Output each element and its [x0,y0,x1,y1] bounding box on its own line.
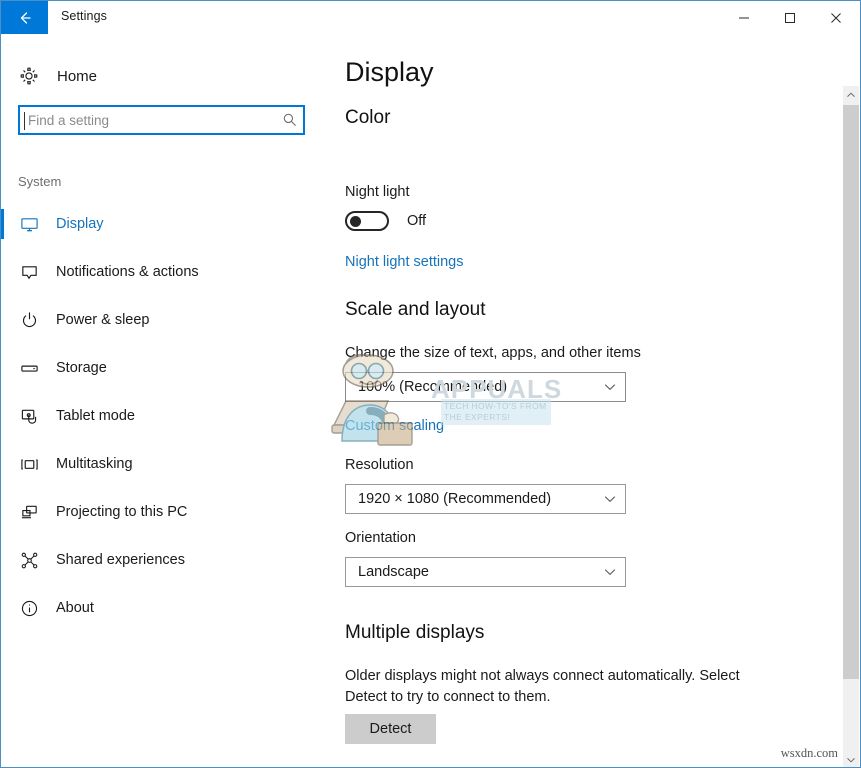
sidebar-item-home[interactable]: Home [1,56,331,96]
search-icon[interactable] [277,107,303,133]
selection-indicator [1,449,4,479]
sidebar-item-multitasking[interactable]: Multitasking [1,440,331,488]
sidebar-item-display[interactable]: Display [1,200,331,248]
section-heading-scale-layout: Scale and layout [345,299,486,320]
night-light-label: Night light [345,184,410,200]
sidebar-item-about[interactable]: About [1,584,331,632]
night-light-state: Off [407,213,427,229]
selection-indicator [1,593,4,623]
minimize-icon [739,17,749,18]
night-light-settings-link[interactable]: Night light settings [345,254,463,270]
close-button[interactable] [813,1,859,34]
sidebar-item-storage[interactable]: Storage [1,344,331,392]
orientation-dropdown[interactable]: Landscape [345,557,626,587]
tablet-touch-icon [18,405,40,427]
selection-indicator [1,209,4,239]
sidebar-item-shared-experiences[interactable]: Shared experiences [1,536,331,584]
scroll-up-button[interactable] [843,86,859,103]
sidebar-item-label: Projecting to this PC [56,504,188,520]
arrow-left-icon [20,11,31,24]
info-icon [18,597,40,619]
sidebar-item-label: Shared experiences [56,552,185,568]
night-light-toggle-row: Off [345,211,426,231]
search-box[interactable] [18,105,305,135]
section-heading-multiple-displays: Multiple displays [345,622,485,643]
scale-label: Change the size of text, apps, and other… [345,345,641,361]
selection-indicator [1,401,4,431]
sidebar-item-label: Tablet mode [56,408,135,424]
text-caret [24,112,25,130]
power-icon [18,309,40,331]
chevron-down-icon [595,485,625,513]
back-button[interactable] [1,1,48,34]
close-icon [831,12,841,23]
resolution-dropdown-value: 1920 × 1080 (Recommended) [358,491,552,507]
chevron-up-icon [847,92,855,97]
chevron-down-icon [595,373,625,401]
vertical-scrollbar[interactable] [843,86,859,767]
sidebar-item-power-sleep[interactable]: Power & sleep [1,296,331,344]
speech-bubble-icon [18,261,40,283]
monitor-icon [18,213,40,235]
sidebar-item-label: Multitasking [56,456,133,472]
sidebar-item-label: About [56,600,94,616]
maximize-button[interactable] [767,1,813,34]
drive-icon [18,357,40,379]
sidebar-item-tablet-mode[interactable]: Tablet mode [1,392,331,440]
maximize-icon [785,12,795,23]
window-title: Settings [61,9,107,23]
resolution-dropdown[interactable]: 1920 × 1080 (Recommended) [345,484,626,514]
gear-icon [18,65,40,87]
share-nodes-icon [18,549,40,571]
minimize-button[interactable] [721,1,767,34]
chevron-down-icon [847,757,855,762]
selection-indicator [1,497,4,527]
toggle-knob [350,216,361,227]
sidebar-item-label: Power & sleep [56,312,150,328]
multitask-icon [18,453,40,475]
chevron-down-icon [595,558,625,586]
project-screen-icon [18,501,40,523]
orientation-dropdown-value: Landscape [358,564,429,580]
sidebar: Home System [1,34,331,767]
sidebar-item-notifications[interactable]: Notifications & actions [1,248,331,296]
scroll-down-button[interactable] [843,751,859,767]
multiple-displays-description: Older displays might not always connect … [345,668,740,705]
settings-window: Settings Home Find a setting System Disp… [0,0,861,768]
section-heading-color: Color [345,107,391,128]
sidebar-item-projecting[interactable]: Projecting to this PC [1,488,331,536]
sidebar-nav-list: Display Notifications & actions Power & … [1,200,331,632]
detect-button[interactable]: Detect [345,714,436,744]
night-light-toggle[interactable] [345,211,389,231]
scale-dropdown[interactable]: 100% (Recommended) [345,372,626,402]
scale-dropdown-value: 100% (Recommended) [358,379,508,395]
resolution-label: Resolution [345,457,414,473]
custom-scaling-link[interactable]: Custom scaling [345,418,444,434]
sidebar-group-label: System [18,174,62,189]
selection-indicator [1,353,4,383]
orientation-label: Orientation [345,530,416,546]
search-input[interactable] [20,107,277,133]
selection-indicator [1,257,4,287]
title-bar: Settings [1,1,860,34]
selection-indicator [1,545,4,575]
sidebar-item-label: Notifications & actions [56,264,199,280]
home-label: Home [57,67,98,85]
sidebar-item-label: Display [56,216,104,232]
scrollbar-thumb[interactable] [843,105,859,679]
sidebar-item-label: Storage [56,360,107,376]
selection-indicator [1,305,4,335]
content-pane: Display Color Night light Off Night ligh… [331,34,831,767]
page-title: Display [345,57,434,87]
